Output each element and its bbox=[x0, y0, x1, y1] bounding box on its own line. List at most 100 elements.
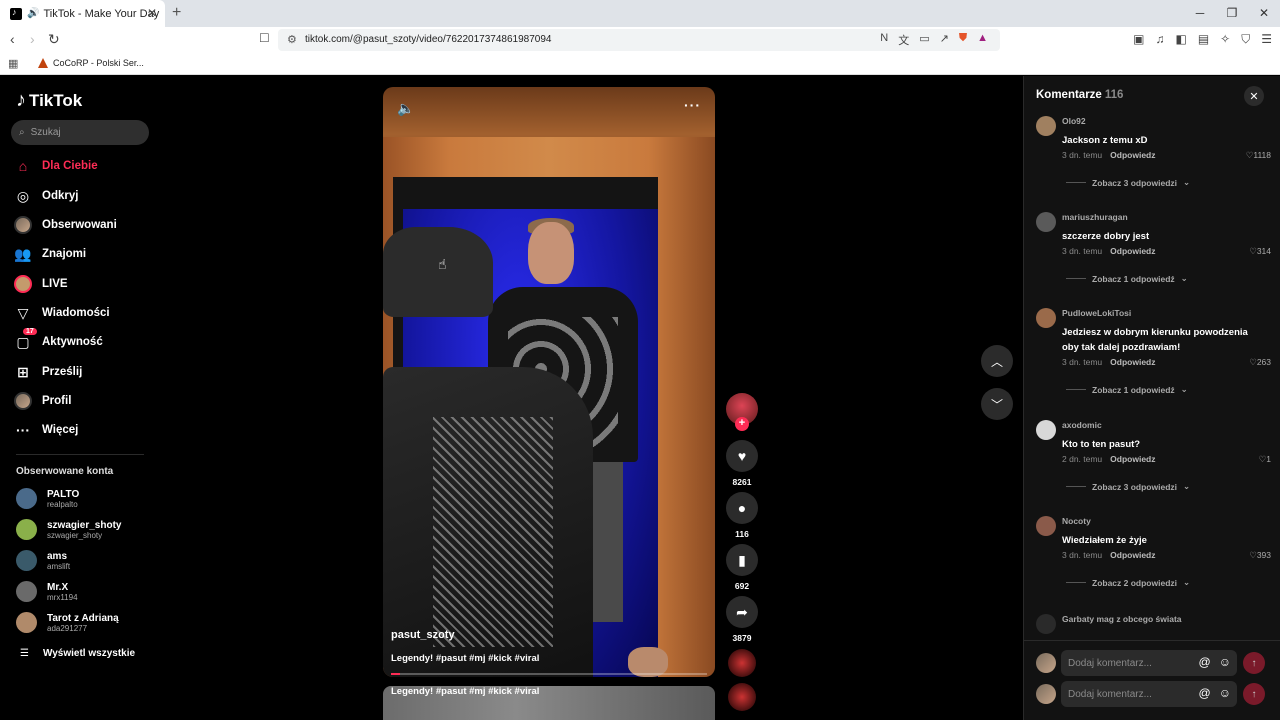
reply-button[interactable]: Odpowiedz bbox=[1110, 150, 1155, 160]
followed-account[interactable]: PALTO realpalto bbox=[16, 488, 79, 509]
emoji-icon[interactable]: ☺ bbox=[1219, 655, 1231, 669]
panel-icon[interactable]: ◧ bbox=[1175, 32, 1186, 47]
mention-icon[interactable]: @ bbox=[1199, 655, 1211, 669]
followed-account[interactable]: ams amslift bbox=[16, 550, 70, 571]
mention-icon[interactable]: @ bbox=[1199, 686, 1211, 700]
share-action[interactable]: ➦ 3879 bbox=[726, 596, 758, 643]
comment-avatar[interactable] bbox=[1036, 420, 1056, 440]
sidebar-item-profil[interactable]: Profil bbox=[14, 391, 71, 411]
translate-off-icon[interactable]: N bbox=[880, 32, 888, 48]
back-icon[interactable]: ‹ bbox=[10, 31, 15, 47]
sidebar-item-znajomi[interactable]: 👥 Znajomi bbox=[14, 244, 86, 264]
reply-button[interactable]: Odpowiedz bbox=[1110, 357, 1155, 367]
tab-audio-icon[interactable]: 🔊 bbox=[27, 8, 39, 19]
tab-close-icon[interactable]: ✕ bbox=[147, 6, 157, 20]
video-progress-bar[interactable] bbox=[391, 673, 707, 675]
apps-grid-icon[interactable]: ▦ bbox=[8, 57, 18, 70]
video-player[interactable]: 🔈 ··· pasut_szoty Legendy! #pasut #mj #k… bbox=[383, 87, 715, 677]
sidebar-item-wiadomości[interactable]: ▽ Wiadomości bbox=[14, 303, 110, 323]
forward-icon[interactable]: › bbox=[30, 31, 35, 47]
cast-icon[interactable]: ▭ bbox=[919, 32, 929, 48]
volume-icon[interactable]: 🔈 bbox=[397, 100, 414, 117]
send-comment-button-duplicate[interactable]: ↑ bbox=[1243, 683, 1265, 705]
next-music-disc-icon[interactable] bbox=[728, 683, 756, 711]
comment-avatar[interactable] bbox=[1036, 516, 1056, 536]
sidebar-item-dla-ciebie[interactable]: ⌂ Dla Ciebie bbox=[14, 156, 98, 176]
reload-icon[interactable]: ↻ bbox=[48, 31, 60, 48]
next-video-button[interactable]: ﹀ bbox=[981, 388, 1013, 420]
comment-avatar[interactable] bbox=[1036, 308, 1056, 328]
minimize-button[interactable]: ─ bbox=[1184, 0, 1216, 27]
creator-avatar[interactable]: + bbox=[726, 393, 758, 431]
bookmark-save-icon[interactable]: ▮ bbox=[726, 544, 758, 576]
view-replies-button[interactable]: Zobacz 1 odpowiedź ⌄ bbox=[1066, 273, 1188, 284]
site-info-icon[interactable]: ⚙ bbox=[287, 33, 297, 46]
view-replies-button[interactable]: Zobacz 3 odpowiedzi ⌄ bbox=[1066, 177, 1190, 188]
share-icon[interactable]: ↗ bbox=[940, 32, 949, 48]
brave-rewards-icon[interactable]: ▲ bbox=[977, 32, 988, 48]
like-action[interactable]: ♥ 8261 bbox=[726, 440, 758, 487]
wallet-icon[interactable]: ▤ bbox=[1198, 32, 1209, 47]
previous-video-button[interactable]: ︿ bbox=[981, 345, 1013, 377]
window-close-button[interactable]: ✕ bbox=[1248, 0, 1280, 27]
comment-avatar[interactable] bbox=[1036, 614, 1056, 634]
heart-icon[interactable]: ♥ bbox=[726, 440, 758, 472]
brave-shield-icon[interactable]: ⛊ bbox=[959, 32, 967, 48]
close-comments-button[interactable]: ✕ bbox=[1244, 86, 1264, 106]
new-tab-button[interactable]: + bbox=[172, 4, 181, 22]
comment-username[interactable]: PudloweLokiTosi bbox=[1062, 308, 1131, 318]
comment-input[interactable]: Dodaj komentarz... @ ☺ bbox=[1061, 650, 1237, 676]
comment-like-button[interactable]: ♡1118 bbox=[1246, 150, 1271, 161]
save-action[interactable]: ▮ 692 bbox=[726, 544, 758, 591]
search-input[interactable]: ⌕ Szukaj bbox=[11, 120, 149, 145]
media-icon[interactable]: ♫ bbox=[1155, 32, 1164, 47]
sidebar-item-odkryj[interactable]: ◎ Odkryj bbox=[14, 186, 79, 206]
comment-like-button[interactable]: ♡393 bbox=[1249, 550, 1271, 561]
comment-like-button[interactable]: ♡1 bbox=[1259, 454, 1271, 465]
comment-avatar[interactable] bbox=[1036, 116, 1056, 136]
comment-username[interactable]: Olo92 bbox=[1062, 116, 1086, 126]
reply-button[interactable]: Odpowiedz bbox=[1110, 454, 1155, 464]
share-arrow-icon[interactable]: ➦ bbox=[726, 596, 758, 628]
comment-username[interactable]: Garbaty mag z obcego świata bbox=[1062, 614, 1182, 624]
view-replies-button[interactable]: Zobacz 2 odpowiedzi ⌄ bbox=[1066, 577, 1190, 588]
more-options-icon[interactable]: ··· bbox=[684, 97, 701, 113]
next-video-preview[interactable]: Legendy! #pasut #mj #kick #viral bbox=[383, 686, 715, 720]
comment-like-button[interactable]: ♡263 bbox=[1249, 357, 1271, 368]
browser-tab[interactable]: 🔊 TikTok - Make Your Day ✕ bbox=[0, 0, 165, 27]
view-replies-button[interactable]: Zobacz 3 odpowiedzi ⌄ bbox=[1066, 481, 1190, 492]
reply-button[interactable]: Odpowiedz bbox=[1110, 246, 1155, 256]
comment-like-button[interactable]: ♡314 bbox=[1249, 246, 1271, 257]
comment-username[interactable]: axodomic bbox=[1062, 420, 1102, 430]
bookmark-cocorp[interactable]: CoCoRP - Polski Ser... bbox=[38, 58, 144, 68]
emoji-icon[interactable]: ☺ bbox=[1219, 686, 1231, 700]
view-replies-button[interactable]: Zobacz 1 odpowiedź ⌄ bbox=[1066, 384, 1188, 395]
followed-account[interactable]: Mr.X mrx1194 bbox=[16, 581, 78, 602]
bookmark-icon[interactable]: ☐ bbox=[259, 31, 270, 45]
comment-username[interactable]: mariuszhuragan bbox=[1062, 212, 1128, 222]
comment-icon[interactable]: ● bbox=[726, 492, 758, 524]
sidebar-item-prześlij[interactable]: ⊞ Prześlij bbox=[14, 362, 82, 382]
comment-avatar[interactable] bbox=[1036, 212, 1056, 232]
address-bar[interactable]: ⚙ tiktok.com/@pasut_szoty/video/76220173… bbox=[278, 29, 1000, 51]
reply-button[interactable]: Odpowiedz bbox=[1110, 550, 1155, 560]
leo-ai-icon[interactable]: ✧ bbox=[1220, 32, 1230, 47]
sidebar-item-obserwowani[interactable]: Obserwowani bbox=[14, 215, 117, 235]
vpn-icon[interactable]: ⛉ bbox=[1241, 32, 1250, 47]
followed-account[interactable]: Tarot z Adrianą ada291277 bbox=[16, 612, 119, 633]
tiktok-logo[interactable]: ♪ TikTok bbox=[16, 89, 82, 112]
followed-account[interactable]: szwagier_shoty szwagier_shoty bbox=[16, 519, 121, 540]
translate-icon[interactable]: 文 bbox=[898, 32, 909, 48]
comment-action[interactable]: ● 116 bbox=[726, 492, 758, 539]
music-disc-icon[interactable] bbox=[728, 649, 756, 677]
comment-username[interactable]: Nocoty bbox=[1062, 516, 1091, 526]
follow-plus-icon[interactable]: + bbox=[735, 417, 749, 431]
video-username[interactable]: pasut_szoty bbox=[391, 629, 455, 641]
menu-icon[interactable]: ☰ bbox=[1261, 32, 1272, 47]
restore-button[interactable]: ❐ bbox=[1216, 0, 1248, 27]
comment-input-duplicate[interactable]: Dodaj komentarz... @ ☺ bbox=[1061, 681, 1237, 707]
sidebar-item-aktywność[interactable]: ▢ 17 Aktywność bbox=[14, 328, 103, 352]
show-all-button[interactable]: ☰ Wyświetl wszystkie bbox=[20, 648, 135, 659]
sidebar-toggle-icon[interactable]: ▣ bbox=[1133, 32, 1144, 47]
send-comment-button[interactable]: ↑ bbox=[1243, 652, 1265, 674]
